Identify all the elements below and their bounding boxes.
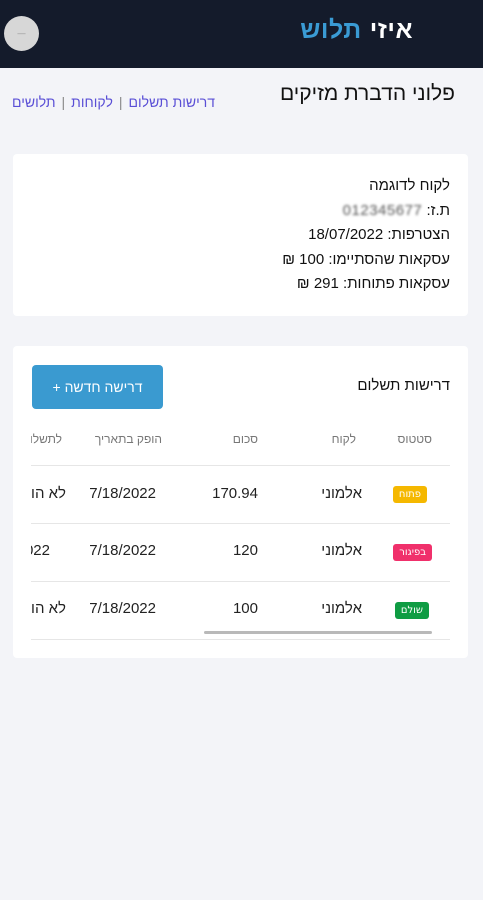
- brand-part2: תלוש: [300, 16, 362, 44]
- cell-due: לא הוגדר: [31, 485, 66, 502]
- status-badge-late: בפיגור: [393, 544, 432, 561]
- cell-customer: אלמוני: [321, 600, 362, 617]
- col-header-customer: לקוח: [331, 432, 356, 446]
- payment-requests-card: + דרישה חדשה דרישות תשלום סטטוס לקוח סכו…: [13, 346, 468, 658]
- nav-separator: |: [61, 94, 66, 110]
- col-header-status: סטטוס: [397, 432, 432, 446]
- open-deals: עסקאות פתוחות: 291 ₪: [296, 275, 450, 292]
- cell-issued: 7/18/2022: [89, 600, 156, 617]
- new-request-button[interactable]: + דרישה חדשה: [32, 365, 163, 409]
- breadcrumb-nav: דרישות תשלום | לקוחות | תלושים: [12, 94, 215, 110]
- row-divider: [31, 523, 450, 524]
- cell-issued: 7/18/2022: [89, 542, 156, 559]
- row-divider: [31, 465, 450, 466]
- cell-customer: אלמוני: [321, 542, 362, 559]
- customer-id-row: ת.ז: 012345677: [282, 199, 450, 224]
- payment-requests-title: דרישות תשלום: [357, 377, 450, 394]
- cell-issued: 7/18/2022: [89, 485, 156, 502]
- nav-separator: |: [118, 94, 123, 110]
- cell-amount: 100: [232, 600, 258, 617]
- cell-due: לא הוגדר: [31, 600, 66, 617]
- customer-joined: הצטרפות: 18/07/2022: [308, 226, 450, 243]
- brand-part1: איזי: [369, 16, 413, 44]
- table-horizontal-scrollbar[interactable]: [204, 631, 432, 634]
- col-header-due: לתשלום ע: [31, 432, 62, 446]
- cell-customer: אלמוני: [321, 485, 362, 502]
- customer-name: לקוח לדוגמה: [369, 177, 450, 194]
- customer-id-label: ת.ז:: [426, 201, 450, 219]
- nav-link-payslips[interactable]: תלושים: [12, 94, 56, 110]
- customer-id-value: 012345677: [342, 201, 423, 219]
- customer-details: לקוח לדוגמה ת.ז: 012345677 הצטרפות: 18/0…: [282, 174, 450, 297]
- page-title: פלוני הדברת מזיקים: [279, 82, 455, 105]
- row-divider: [31, 581, 450, 582]
- col-header-issued: הופק בתאריך: [94, 432, 162, 446]
- status-badge-paid: שולם: [394, 602, 429, 619]
- requests-table: סטטוס לקוח סכום הופק בתאריך לתשלום ע פתו…: [31, 424, 450, 640]
- cell-amount: 170.94: [212, 485, 258, 502]
- nav-link-payment-requests[interactable]: דרישות תשלום: [129, 94, 215, 110]
- customer-info-card: לקוח לדוגמה ת.ז: 012345677 הצטרפות: 18/0…: [13, 154, 468, 316]
- nav-link-customers[interactable]: לקוחות: [71, 94, 113, 110]
- cell-amount: 120: [232, 542, 258, 559]
- top-bar: — איזיתלוש: [0, 0, 483, 68]
- completed-deals: עסקאות שהסתיימו: 100 ₪: [282, 250, 450, 268]
- cell-due: 7/2022: [31, 542, 50, 559]
- row-divider: [31, 639, 450, 640]
- status-badge-open: פתוח: [392, 486, 427, 503]
- app-logo[interactable]: איזיתלוש: [300, 16, 413, 45]
- col-header-amount: סכום: [232, 432, 258, 446]
- requests-table-viewport[interactable]: סטטוס לקוח סכום הופק בתאריך לתשלום ע פתו…: [31, 424, 450, 640]
- user-avatar[interactable]: —: [4, 16, 39, 51]
- avatar-text: —: [17, 28, 26, 39]
